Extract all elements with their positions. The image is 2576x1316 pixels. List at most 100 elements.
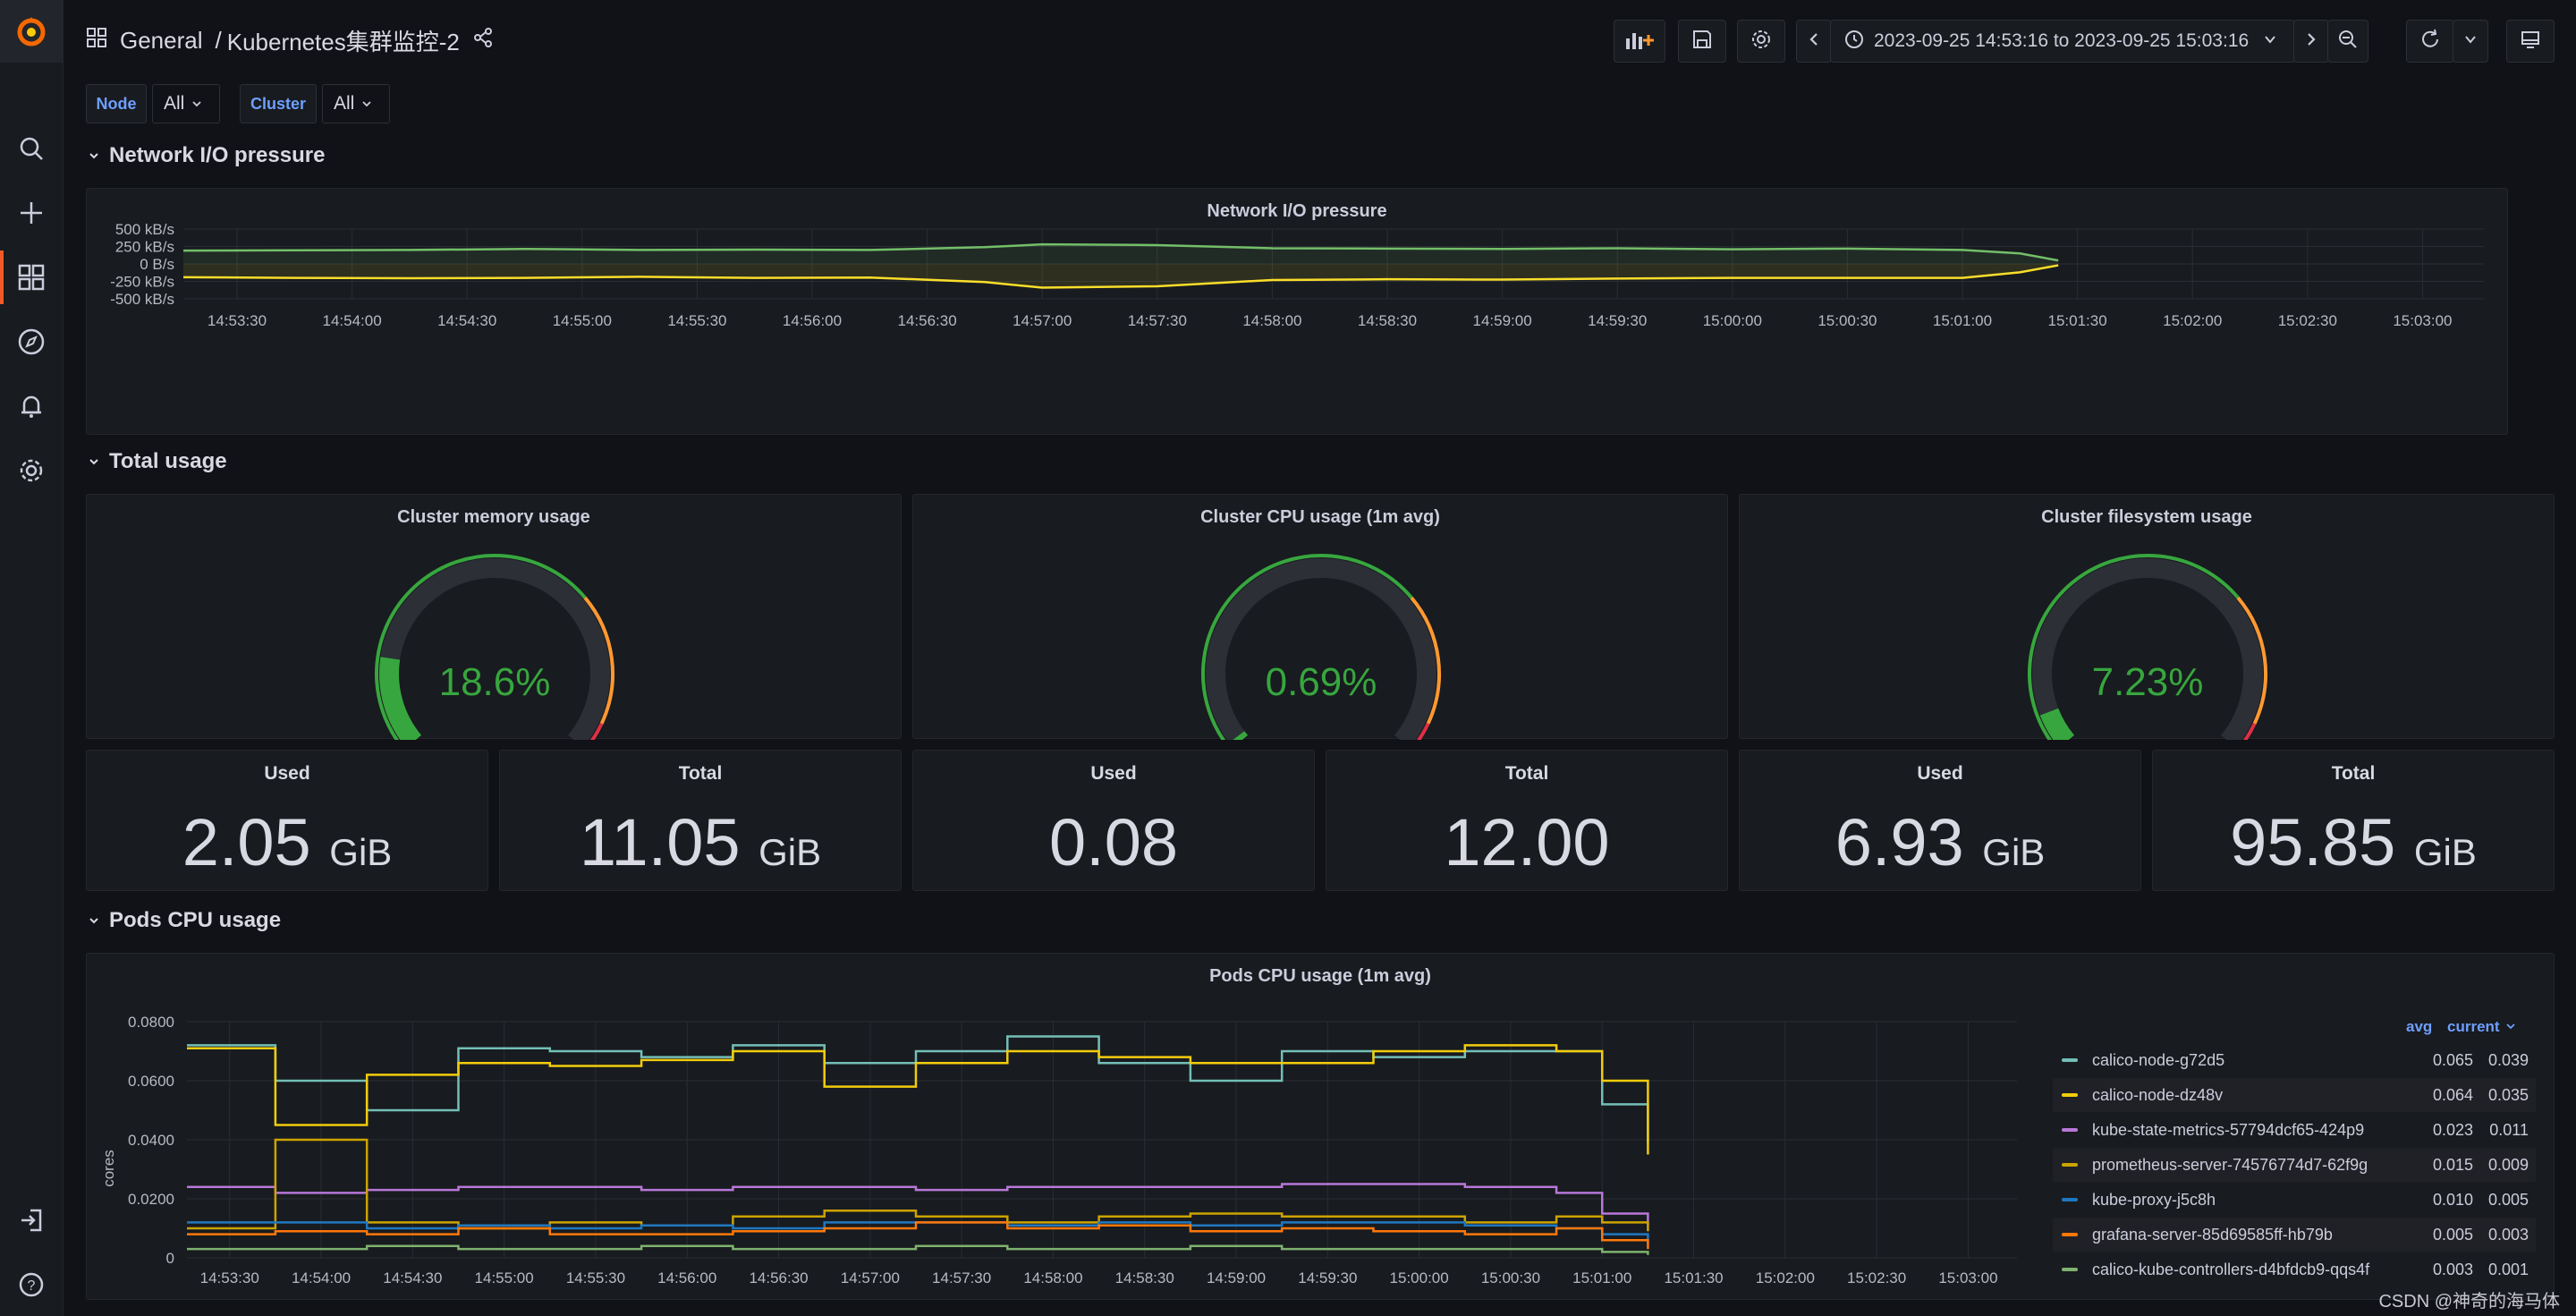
x-tick-label: 14:53:30 (208, 312, 267, 329)
row-network-toggle[interactable]: Network I/O pressure (88, 143, 325, 168)
row-total-toggle[interactable]: Total usage (88, 449, 227, 474)
chevron-right-icon (2304, 30, 2318, 53)
create-plus-icon[interactable] (13, 195, 49, 231)
variable-cluster-label: Cluster (240, 84, 317, 123)
filesystem-gauge: 7.23% (2028, 554, 2267, 740)
stat-panel-cpu-used[interactable]: Used 0.08 (912, 750, 1315, 891)
variable-node-select[interactable]: All (152, 84, 220, 123)
chevron-down-icon (88, 908, 100, 933)
gauge-track (379, 558, 610, 740)
legend-series-name: calico-node-dz48v (2092, 1085, 2224, 1104)
legend-header-avg[interactable]: avg (2406, 1018, 2432, 1036)
gauge-panel-filesystem[interactable]: Cluster filesystem usage 7.23% (1739, 494, 2555, 740)
series-line (187, 1221, 1649, 1244)
stat-panel-cpu-total[interactable]: Total 12.00 (1326, 750, 1728, 891)
refresh-interval-dropdown[interactable] (2453, 20, 2488, 63)
legend-row[interactable]: calico-node-g72d5 0.065 0.039 (2053, 1043, 2536, 1077)
x-tick-label: 14:54:30 (437, 312, 496, 329)
legend-color-swatch (2062, 1128, 2078, 1132)
time-shift-forward-button[interactable] (2293, 20, 2329, 63)
help-icon[interactable]: ? (13, 1267, 49, 1303)
y-tick-label: 0.0400 (128, 1132, 174, 1149)
save-dashboard-button[interactable] (1678, 20, 1726, 63)
explore-compass-icon[interactable] (13, 324, 49, 360)
row-pods-toggle[interactable]: Pods CPU usage (88, 908, 281, 933)
gauge-panel-cpu[interactable]: Cluster CPU usage (1m avg) 0.69% (912, 494, 1728, 740)
legend-current-value: 0.005 (2487, 1190, 2529, 1209)
legend-avg-value: 0.023 (2432, 1120, 2473, 1139)
settings-gear-icon[interactable] (13, 453, 49, 488)
row-network-title: Network I/O pressure (109, 143, 326, 167)
stat-value-wrap: 95.85 GiB (2153, 804, 2554, 880)
view-mode-button[interactable] (2506, 20, 2555, 63)
y-axis-label: cores (100, 1150, 117, 1187)
time-shift-back-button[interactable] (1796, 20, 1832, 63)
dashboard-settings-button[interactable] (1737, 20, 1785, 63)
legend-series-name: prometheus-server-74576774d7-62f9g (2092, 1155, 2368, 1174)
stat-value: 11.05 (579, 805, 741, 879)
variable-node-label: Node (86, 84, 147, 123)
legend-avg-value: 0.010 (2432, 1190, 2473, 1209)
legend-header-current[interactable]: current (2447, 1018, 2516, 1036)
legend-color-swatch (2062, 1058, 2078, 1062)
series-line (187, 1035, 1649, 1143)
gauge-value: 18.6% (439, 660, 551, 704)
series-line (187, 1183, 1649, 1226)
dashboard-title[interactable]: Kubernetes集群监控-2 (227, 24, 460, 57)
dashboards-icon[interactable] (13, 259, 49, 295)
legend-color-swatch (2062, 1093, 2078, 1097)
x-tick-label: 14:58:00 (1023, 1269, 1082, 1286)
legend-row[interactable]: prometheus-server-74576774d7-62f9g 0.015 0… (2053, 1148, 2536, 1182)
legend-row[interactable]: kube-proxy-j5c8h 0.010 0.005 (2053, 1183, 2536, 1217)
x-tick-label: 15:03:00 (1938, 1269, 1997, 1286)
legend-color-swatch (2062, 1268, 2078, 1271)
breadcrumb-folder[interactable]: General (120, 27, 203, 55)
sign-in-icon[interactable] (13, 1202, 49, 1238)
stat-value-wrap: 11.05 GiB (500, 804, 901, 880)
stat-panel-fs-total[interactable]: Total 95.85 GiB (2152, 750, 2555, 891)
gauge-track (2032, 558, 2263, 740)
legend-row[interactable]: kube-state-metrics-57794dcf65-424p9 0.023… (2053, 1113, 2536, 1147)
time-range-label: 2023-09-25 14:53:16 to 2023-09-25 15:03:… (1874, 30, 2250, 51)
network-io-panel[interactable]: Network I/O pressure 500 kB/s 250 kB/s 0 B… (86, 188, 2508, 435)
stat-panel-memory-total[interactable]: Total 11.05 GiB (499, 750, 902, 891)
stat-unit: GiB (2413, 831, 2477, 873)
stat-title: Used (1917, 763, 1963, 784)
share-icon[interactable] (472, 27, 494, 55)
x-tick-label: 14:58:30 (1115, 1269, 1174, 1286)
variable-cluster-select[interactable]: All (322, 84, 390, 123)
gauge-panel-memory[interactable]: Cluster memory usage 18.6% (86, 494, 902, 740)
add-panel-icon (1624, 28, 1655, 55)
add-panel-button[interactable] (1614, 20, 1665, 63)
legend-current-value: 0.035 (2487, 1085, 2529, 1104)
x-tick-label: 14:53:30 (200, 1269, 259, 1286)
zoom-out-button[interactable] (2327, 20, 2368, 63)
x-tick-label: 15:03:00 (2393, 312, 2452, 329)
legend-row[interactable]: calico-node-dz48v 0.064 0.035 (2053, 1078, 2536, 1112)
variable-node-value: All (164, 93, 185, 114)
stat-value: 12.00 (1444, 805, 1610, 879)
search-icon[interactable] (13, 131, 49, 166)
stat-value: 95.85 (2230, 805, 2396, 879)
legend-row[interactable]: calico-kube-controllers-d4bfdcb9-qqs4f 0.… (2053, 1252, 2536, 1286)
stat-title: Used (264, 763, 310, 784)
clock-icon (1843, 29, 1865, 55)
time-range-picker[interactable]: 2023-09-25 14:53:16 to 2023-09-25 15:03:… (1830, 20, 2295, 63)
alerting-bell-icon[interactable] (13, 388, 49, 424)
x-tick-label: 15:02:00 (1756, 1269, 1815, 1286)
legend-row[interactable]: grafana-server-85d69585ff-hb79b 0.005 0.00… (2053, 1218, 2536, 1252)
x-tick-label: 14:57:30 (1128, 312, 1187, 329)
grafana-logo-icon[interactable] (0, 0, 63, 63)
stat-panel-fs-used[interactable]: Used 6.93 GiB (1739, 750, 2141, 891)
y-tick-label: 0 B/s (140, 256, 174, 273)
stat-value-wrap: 12.00 (1326, 804, 1727, 880)
x-tick-label: 14:54:00 (292, 1269, 351, 1286)
stat-panel-memory-used[interactable]: Used 2.05 GiB (86, 750, 488, 891)
legend-header-current-label: current (2447, 1018, 2500, 1035)
stat-value-wrap: 0.08 (913, 804, 1314, 880)
refresh-button[interactable] (2406, 20, 2454, 63)
zoom-out-icon (2337, 29, 2359, 55)
x-tick-label: 14:56:30 (749, 1269, 808, 1286)
x-tick-label: 15:02:30 (2278, 312, 2337, 329)
x-tick-label: 15:00:30 (1818, 312, 1877, 329)
